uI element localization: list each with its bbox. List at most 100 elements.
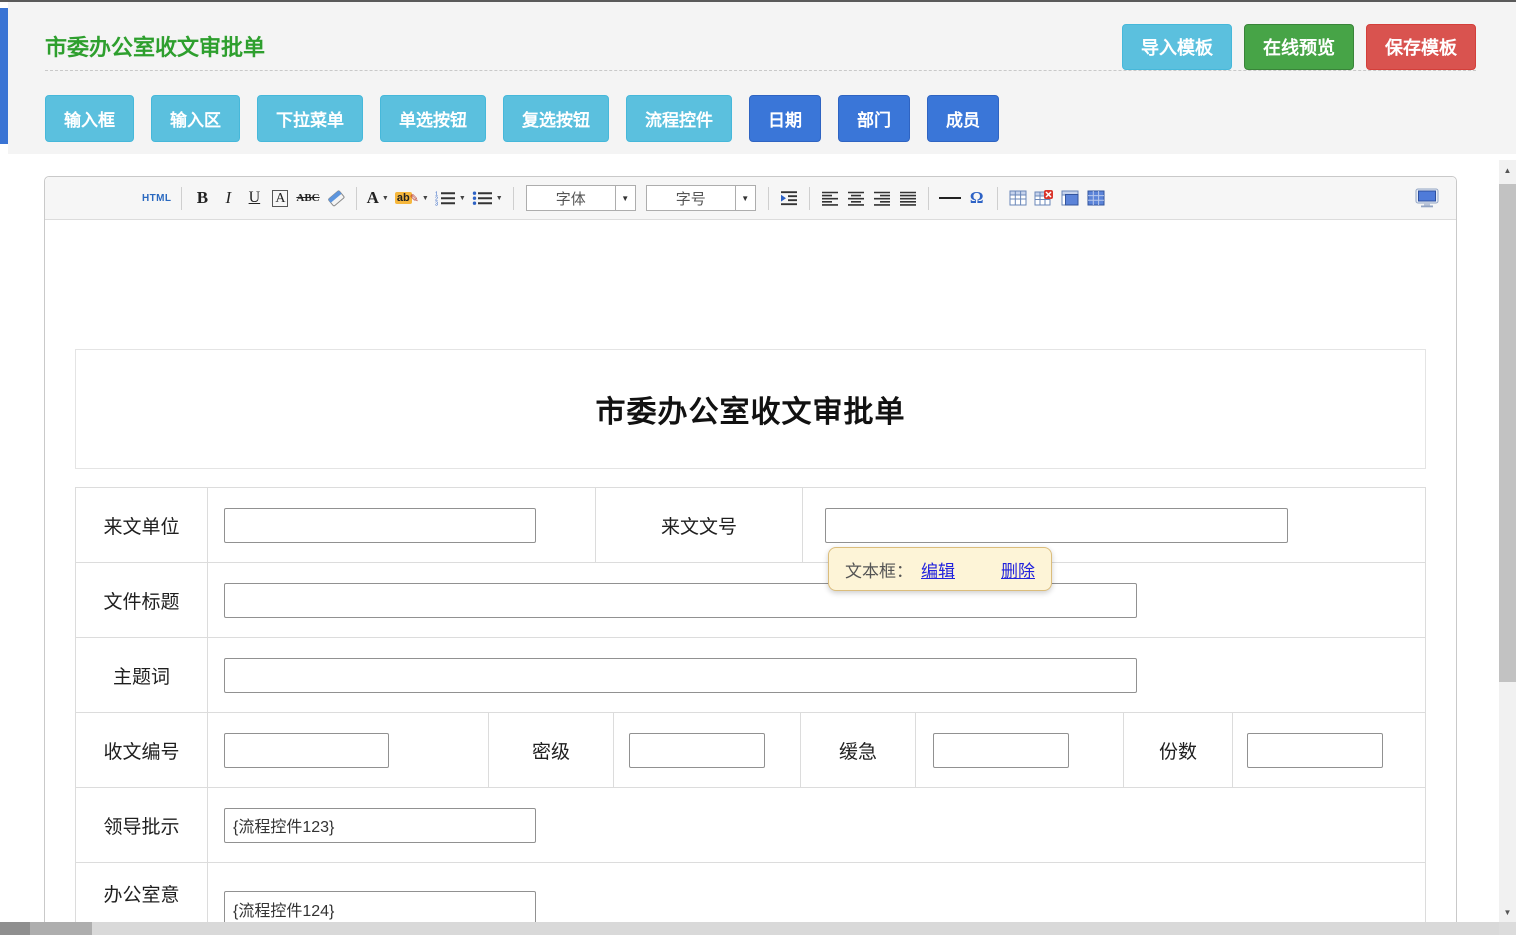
editor-toolbar: HTML B I U A ABC A▼ ab✎▼ 123 ▼ ▼ 字体 <box>45 177 1456 220</box>
label-secrecy-level: 密级 <box>488 712 614 788</box>
font-color-button[interactable]: A▼ <box>364 183 392 213</box>
toolbar-separator <box>768 187 769 210</box>
label-source-unit: 来文单位 <box>75 487 208 563</box>
font-size-select[interactable]: 字号 ▼ <box>646 185 756 211</box>
rich-text-editor: HTML B I U A ABC A▼ ab✎▼ 123 ▼ ▼ 字体 <box>44 176 1457 922</box>
italic-button[interactable]: I <box>215 183 241 213</box>
field-document-title <box>207 562 1426 638</box>
eraser-icon <box>326 189 346 207</box>
save-template-button[interactable]: 保存模板 <box>1366 24 1476 70</box>
cell-properties-button[interactable] <box>1083 183 1109 213</box>
field-copies <box>1232 712 1426 788</box>
strikethrough-button[interactable]: ABC <box>293 183 322 213</box>
field-secrecy-level <box>613 712 801 788</box>
field-leader-remarks <box>207 787 1426 863</box>
widget-button-radio[interactable]: 单选按钮 <box>380 95 486 142</box>
widget-button-checkbox[interactable]: 复选按钮 <box>503 95 609 142</box>
import-template-button[interactable]: 导入模板 <box>1122 24 1232 70</box>
unordered-list-button[interactable]: ▼ <box>469 183 506 213</box>
chevron-down-icon: ▼ <box>459 195 466 202</box>
field-office-opinion <box>207 862 1426 922</box>
online-preview-button[interactable]: 在线预览 <box>1244 24 1354 70</box>
indent-icon <box>779 190 799 206</box>
scrollbar-corner <box>1499 922 1516 935</box>
secrecy-level-input[interactable] <box>629 733 765 768</box>
widget-button-member[interactable]: 成员 <box>927 95 999 142</box>
eraser-button[interactable] <box>323 183 349 213</box>
vertical-scrollbar-thumb[interactable] <box>1499 184 1516 682</box>
editor-workspace: HTML B I U A ABC A▼ ab✎▼ 123 ▼ ▼ 字体 <box>8 154 1499 922</box>
leader-remarks-input[interactable] <box>224 808 536 843</box>
toolbar-separator <box>809 187 810 210</box>
align-left-button[interactable] <box>817 183 843 213</box>
delete-table-button[interactable] <box>1031 183 1057 213</box>
edit-link[interactable]: 编辑 <box>921 557 955 582</box>
scroll-up-arrow-icon[interactable]: ▲ <box>1499 162 1516 179</box>
horizontal-rule-icon <box>939 197 961 199</box>
indent-button[interactable] <box>776 183 802 213</box>
label-document-number: 来文文号 <box>595 487 803 563</box>
font-family-select[interactable]: 字体 ▼ <box>526 185 636 211</box>
pencil-icon: ✎ <box>410 192 419 205</box>
label-urgency: 缓急 <box>800 712 916 788</box>
fullscreen-button[interactable] <box>1412 183 1442 213</box>
widget-button-department[interactable]: 部门 <box>838 95 910 142</box>
label-receipt-number: 收文编号 <box>75 712 208 788</box>
align-right-button[interactable] <box>869 183 895 213</box>
toolbar-separator <box>928 187 929 210</box>
table-properties-button[interactable] <box>1057 183 1083 213</box>
label-document-title: 文件标题 <box>75 562 208 638</box>
subject-words-input[interactable] <box>224 658 1137 693</box>
ordered-list-button[interactable]: 123 ▼ <box>432 183 469 213</box>
special-character-button[interactable]: Ω <box>964 183 990 213</box>
form-row-leader-remarks: 领导批示 <box>75 787 1426 863</box>
delete-link[interactable]: 删除 <box>1001 557 1035 582</box>
toolbar-separator <box>997 187 998 210</box>
horizontal-scrollbar-thumb[interactable] <box>0 922 92 935</box>
widget-button-input-area[interactable]: 输入区 <box>151 95 240 142</box>
boxed-a-button[interactable]: A <box>267 183 293 213</box>
office-opinion-input[interactable] <box>224 891 536 922</box>
html-source-button[interactable]: HTML <box>139 183 174 213</box>
widget-button-flow-control[interactable]: 流程控件 <box>626 95 732 142</box>
toolbar-separator <box>356 187 357 210</box>
toolbar-separator <box>181 187 182 210</box>
underline-button[interactable]: U <box>241 183 267 213</box>
chevron-down-icon: ▼ <box>496 195 503 202</box>
form-title-box: 市委办公室收文审批单 <box>75 349 1426 469</box>
horizontal-rule-button[interactable] <box>936 183 964 213</box>
document-number-input[interactable] <box>825 508 1288 543</box>
chevron-down-icon: ▼ <box>422 195 429 202</box>
font-color-icon: A <box>367 188 379 208</box>
urgency-input[interactable] <box>933 733 1069 768</box>
source-unit-input[interactable] <box>224 508 536 543</box>
chevron-down-icon[interactable]: ▼ <box>616 185 636 211</box>
align-left-icon <box>821 191 839 206</box>
editor-canvas[interactable]: 市委办公室收文审批单 来文单位 来文文号 文件标题 主题词 <box>45 220 1456 922</box>
bold-button[interactable]: B <box>189 183 215 213</box>
toolbar-separator <box>513 187 514 210</box>
clipped-left-panel <box>0 8 8 144</box>
table-properties-icon <box>1061 190 1079 206</box>
align-justify-button[interactable] <box>895 183 921 213</box>
fullscreen-monitor-icon <box>1415 188 1439 208</box>
receipt-number-input[interactable] <box>224 733 389 768</box>
form-row-document-title: 文件标题 <box>75 562 1426 638</box>
chevron-down-icon[interactable]: ▼ <box>736 185 756 211</box>
horizontal-scrollbar[interactable] <box>0 922 1499 935</box>
widget-button-dropdown[interactable]: 下拉菜单 <box>257 95 363 142</box>
chevron-down-icon: ▼ <box>382 195 389 202</box>
textbox-action-tooltip: 文本框： 编辑 删除 <box>828 547 1052 591</box>
widget-button-input-box[interactable]: 输入框 <box>45 95 134 142</box>
copies-input[interactable] <box>1247 733 1383 768</box>
ordered-list-icon: 123 <box>435 190 456 206</box>
align-right-icon <box>873 191 891 206</box>
vertical-scrollbar[interactable]: ▲ ▼ <box>1499 160 1516 935</box>
highlight-button[interactable]: ab✎▼ <box>392 183 432 213</box>
align-center-icon <box>847 191 865 206</box>
align-center-button[interactable] <box>843 183 869 213</box>
svg-text:3: 3 <box>435 202 438 206</box>
insert-table-button[interactable] <box>1005 183 1031 213</box>
widget-button-date[interactable]: 日期 <box>749 95 821 142</box>
scroll-down-arrow-icon[interactable]: ▼ <box>1499 904 1516 921</box>
